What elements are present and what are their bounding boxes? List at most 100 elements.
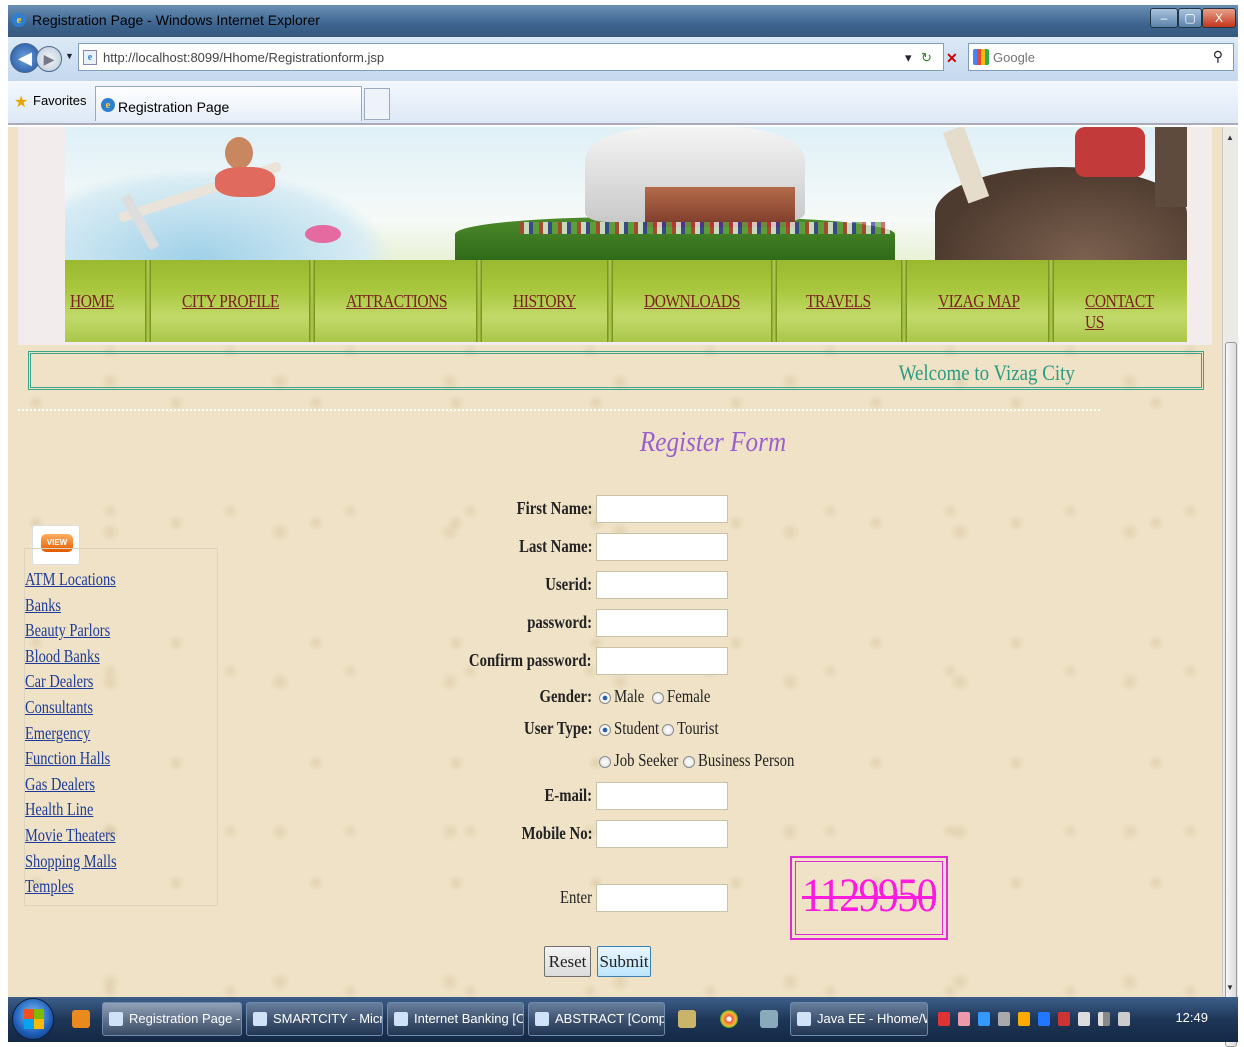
search-icon[interactable]: ⚲: [1213, 48, 1223, 65]
confirm-password-input[interactable]: [596, 647, 728, 675]
tray-icon[interactable]: [1018, 1012, 1030, 1026]
email-input[interactable]: [596, 782, 728, 810]
sidebar-link-health-line[interactable]: Health Line: [25, 799, 93, 820]
sidebar-link-car-dealers[interactable]: Car Dealers: [25, 671, 93, 692]
sidebar-link-gas-dealers[interactable]: Gas Dealers: [25, 774, 95, 795]
ie-tab-icon: e: [101, 98, 115, 112]
user-type-student-radio[interactable]: [599, 724, 611, 736]
taskbar-item-smartcity[interactable]: SMARTCITY - Micro...: [246, 1002, 383, 1036]
favorites-star-icon[interactable]: ★: [14, 92, 28, 112]
network-icon[interactable]: [1098, 1012, 1110, 1026]
scroll-down-icon[interactable]: ▼: [1226, 983, 1234, 992]
favorites-button[interactable]: Favorites: [33, 93, 86, 108]
window-title: Registration Page - Windows Internet Exp…: [32, 12, 320, 28]
tab-registration-page[interactable]: e Registration Page: [95, 86, 362, 121]
nav-city-profile[interactable]: CITY PROFILE: [182, 291, 279, 312]
nav-attractions[interactable]: ATTRACTIONS: [346, 291, 447, 312]
page-viewport: HOME CITY PROFILE ATTRACTIONS HISTORY DO…: [8, 127, 1222, 997]
sidebar-link-beauty-parlors[interactable]: Beauty Parlors: [25, 620, 110, 641]
sidebar-link-banks[interactable]: Banks: [25, 595, 61, 616]
nav-travels[interactable]: TRAVELS: [806, 291, 871, 312]
gender-female-radio[interactable]: [652, 692, 664, 704]
address-toolbar: ◀ ▶ ▼ e http://localhost:8099/Hhome/Regi…: [8, 37, 1238, 81]
sidebar-link-emergency[interactable]: Emergency: [25, 723, 90, 744]
gender-male-label: Male: [614, 686, 645, 706]
url-text[interactable]: http://localhost:8099/Hhome/Registration…: [103, 50, 384, 65]
taskbar-item-java-ee[interactable]: Java EE - Hhome/W...: [790, 1002, 928, 1036]
reset-button[interactable]: Reset: [544, 946, 591, 977]
last-name-input[interactable]: [596, 533, 728, 561]
sidebar-link-blood-banks[interactable]: Blood Banks: [25, 646, 100, 667]
sidebar-link-temples[interactable]: Temples: [25, 876, 74, 897]
sidebar-links: ATM Locations Banks Beauty Parlors Blood…: [24, 548, 218, 906]
user-type-job-seeker-label: Job Seeker: [614, 750, 679, 770]
tray-icon[interactable]: [1078, 1012, 1090, 1026]
search-input[interactable]: [993, 47, 1193, 67]
nav-home[interactable]: HOME: [70, 291, 114, 312]
favorites-bar: ★ Favorites e Registration Page: [8, 81, 1238, 125]
volume-icon[interactable]: [1118, 1012, 1130, 1026]
refresh-icon[interactable]: ↻: [921, 50, 932, 66]
forward-button[interactable]: ▶: [36, 46, 62, 72]
maximize-button[interactable]: ▢: [1178, 8, 1202, 28]
start-button[interactable]: [12, 998, 54, 1040]
sidebar-link-shopping-malls[interactable]: Shopping Malls: [25, 851, 117, 872]
mobile-input[interactable]: [596, 820, 728, 848]
sidebar-link-function-halls[interactable]: Function Halls: [25, 748, 110, 769]
divider: [18, 409, 1100, 411]
app-icon[interactable]: [760, 1010, 778, 1028]
user-type-tourist-radio[interactable]: [662, 724, 674, 736]
user-type-business-person-label: Business Person: [698, 750, 795, 770]
nav-downloads[interactable]: DOWNLOADS: [644, 291, 740, 312]
scroll-thumb[interactable]: [1225, 342, 1237, 1047]
bluetooth-icon[interactable]: [1038, 1012, 1050, 1026]
user-type-job-seeker-radio[interactable]: [599, 756, 611, 768]
scroll-up-icon[interactable]: ▲: [1226, 133, 1234, 142]
explorer-icon[interactable]: [678, 1010, 696, 1028]
tray-icon[interactable]: [998, 1012, 1010, 1026]
close-button[interactable]: X: [1202, 8, 1236, 28]
minimize-button[interactable]: –: [1150, 8, 1178, 28]
form-title: Register Form: [639, 427, 787, 458]
new-tab-button[interactable]: [364, 88, 390, 120]
nav-contact-us[interactable]: CONTACT US: [1085, 291, 1173, 333]
tray-icon[interactable]: [938, 1012, 950, 1026]
captcha-input[interactable]: [596, 884, 728, 912]
userid-input[interactable]: [596, 571, 728, 599]
chrome-icon[interactable]: [720, 1010, 738, 1028]
ie-logo-icon: e: [12, 13, 26, 27]
user-type-student-label: Student: [614, 718, 660, 738]
sidebar-link-atm-locations[interactable]: ATM Locations: [25, 569, 116, 590]
quicklaunch-icon[interactable]: [72, 1010, 90, 1028]
tab-title: Registration Page: [118, 99, 230, 115]
address-dropdown-icon[interactable]: ▾: [905, 50, 912, 66]
user-type-business-person-radio[interactable]: [683, 756, 695, 768]
page-icon: e: [83, 50, 97, 65]
address-field[interactable]: e http://localhost:8099/Hhome/Registrati…: [78, 43, 944, 71]
nav-history[interactable]: HISTORY: [513, 291, 576, 312]
tray-icon[interactable]: [958, 1012, 970, 1026]
search-box[interactable]: ⚲: [968, 43, 1234, 71]
password-input[interactable]: [596, 609, 728, 637]
tray-icon[interactable]: [1058, 1012, 1070, 1026]
vertical-scrollbar[interactable]: ▲ ▼: [1222, 127, 1238, 1047]
tray-icon[interactable]: [978, 1012, 990, 1026]
taskbar-item-abstract[interactable]: ABSTRACT [Compa...: [528, 1002, 665, 1036]
word-taskbar-icon: [535, 1012, 549, 1026]
sidebar-link-consultants[interactable]: Consultants: [25, 697, 93, 718]
nav-vizag-map[interactable]: VIZAG MAP: [938, 291, 1020, 312]
taskbar-item-internet-banking[interactable]: Internet Banking [C...: [387, 1002, 524, 1036]
first-name-input[interactable]: [596, 495, 728, 523]
taskbar-item-label: Registration Page - ...: [129, 1011, 241, 1026]
clock[interactable]: 12:49: [1175, 1010, 1208, 1025]
sidebar-link-movie-theaters[interactable]: Movie Theaters: [25, 825, 116, 846]
site-banner: HOME CITY PROFILE ATTRACTIONS HISTORY DO…: [18, 127, 1212, 345]
gender-male-radio[interactable]: [599, 692, 611, 704]
stop-icon[interactable]: ✕: [946, 50, 958, 67]
taskbar-item-registration-page[interactable]: Registration Page - ...: [102, 1002, 242, 1036]
taskbar-item-label: Internet Banking [C...: [414, 1011, 524, 1026]
submit-button[interactable]: Submit: [597, 946, 651, 977]
userid-label: Userid:: [545, 574, 592, 594]
history-dropdown-icon[interactable]: ▼: [65, 51, 74, 61]
windows-taskbar: Registration Page - ... SMARTCITY - Micr…: [8, 997, 1238, 1042]
